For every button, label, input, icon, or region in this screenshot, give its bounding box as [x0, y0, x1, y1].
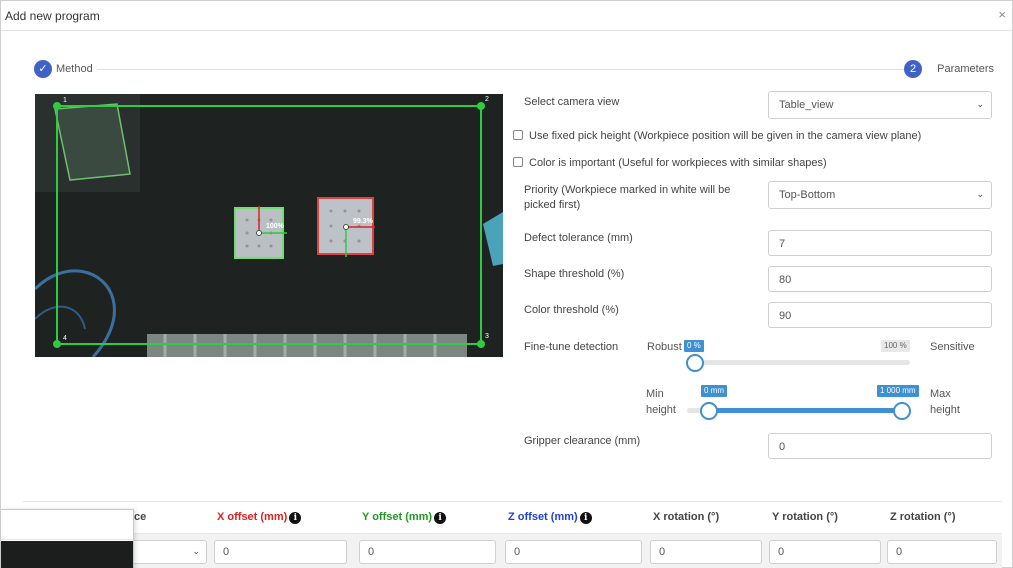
stepper: ✓ Method 2 Parameters [34, 60, 994, 78]
color-important-checkbox[interactable] [513, 157, 523, 167]
header-y-rotation: Y rotation (°) [772, 511, 838, 523]
workpiece-2-center [343, 224, 349, 230]
header-x-offset-text: X offset (mm) [217, 511, 288, 523]
corner-handle-3[interactable] [477, 340, 485, 348]
color-threshold-label: Color threshold (%) [524, 304, 619, 316]
stepper-line [96, 69, 914, 70]
min-height-label: Min height [646, 386, 676, 418]
fixed-pick-height-row[interactable]: Use fixed pick height (Workpiece positio… [513, 130, 921, 142]
shape-threshold-label: Shape threshold (%) [524, 268, 625, 280]
corner-handle-2[interactable] [477, 102, 485, 110]
chevron-down-icon: ⌄ [192, 546, 200, 556]
header-y-offset: Y offset (mm) i [362, 511, 447, 524]
x-offset-input[interactable]: 0 [214, 540, 347, 564]
min-height-tag: 0 mm [701, 385, 727, 397]
fixed-pick-height-label: Use fixed pick height (Workpiece positio… [529, 130, 922, 142]
background-window-titlebar [1, 510, 133, 540]
chevron-down-icon: ⌄ [976, 99, 984, 109]
info-icon[interactable]: i [434, 512, 447, 524]
color-important-label: Color is important (Useful for workpiece… [529, 157, 827, 169]
max-height-label-line1: Max [930, 388, 951, 400]
corner-label-1: 1 [63, 97, 67, 104]
add-program-dialog: Add new program × ✓ Method 2 Parameters [0, 0, 1013, 568]
header-x-rotation: X rotation (°) [653, 511, 720, 523]
fine-tune-label: Fine-tune detection [524, 341, 619, 353]
corner-handle-4[interactable] [53, 340, 61, 348]
step-parameters-label[interactable]: Parameters [933, 63, 994, 75]
height-range-fill [708, 408, 902, 413]
defect-tolerance-label: Defect tolerance (mm) [524, 232, 633, 244]
header-z-offset: Z offset (mm) i [508, 511, 592, 524]
fine-tune-track[interactable] [695, 360, 910, 365]
info-icon[interactable]: i [289, 512, 302, 524]
max-height-label-line2: height [930, 404, 960, 416]
table-divider [23, 501, 1002, 502]
workpiece-1-score: 100% [266, 223, 285, 230]
close-icon[interactable]: × [998, 7, 1006, 22]
y-offset-input[interactable]: 0 [359, 540, 496, 564]
defect-tolerance-input[interactable]: 7 [768, 230, 992, 256]
max-height-handle[interactable] [893, 402, 911, 420]
fixed-pick-height-checkbox[interactable] [513, 130, 523, 140]
sensitive-label: Sensitive [930, 341, 975, 353]
fine-tune-max-tag: 100 % [881, 340, 910, 352]
max-height-tag: 1 000 mm [877, 385, 919, 397]
priority-label-line1: Priority (Workpiece marked in white will… [524, 184, 731, 196]
reference-select[interactable]: ⌄ [134, 540, 207, 564]
camera-view-select[interactable]: Table_view ⌄ [768, 91, 992, 119]
step-number-icon[interactable]: 2 [904, 60, 922, 78]
priority-label: Priority (Workpiece marked in white will… [524, 183, 754, 213]
check-icon[interactable]: ✓ [34, 60, 52, 78]
background-window-preview [1, 541, 133, 568]
priority-select[interactable]: Top-Bottom ⌄ [768, 181, 992, 209]
robust-label: Robust [647, 341, 682, 353]
gripper-clearance-input[interactable]: 0 [768, 433, 992, 459]
corner-handle-1[interactable] [53, 102, 61, 110]
camera-view-value: Table_view [779, 99, 834, 111]
corner-label-4: 4 [63, 335, 67, 342]
x-rotation-input[interactable]: 0 [650, 540, 762, 564]
camera-view-label: Select camera view [524, 96, 620, 108]
min-height-handle[interactable] [699, 402, 718, 420]
workpiece-2-score: 99.3% [353, 218, 374, 225]
header-partial: ce [134, 511, 147, 523]
corner-label-2: 2 [485, 96, 489, 103]
dialog-titlebar: Add new program × [1, 1, 1012, 31]
info-icon[interactable]: i [579, 512, 592, 524]
color-threshold-input[interactable]: 90 [768, 302, 992, 328]
priority-label-line2: picked first) [524, 199, 581, 211]
color-important-row[interactable]: Color is important (Useful for workpiece… [513, 157, 827, 169]
corner-label-3: 3 [485, 333, 489, 340]
shape-threshold-input[interactable]: 80 [768, 266, 992, 292]
max-height-label: Max height [930, 386, 960, 418]
z-rotation-input[interactable]: 0 [887, 540, 997, 564]
workpiece-1-center [256, 230, 262, 236]
header-z-offset-text: Z offset (mm) [508, 511, 578, 523]
header-x-offset: X offset (mm) i [217, 511, 302, 524]
priority-value: Top-Bottom [779, 189, 836, 201]
background-window[interactable] [1, 509, 134, 568]
header-z-rotation: Z rotation (°) [890, 511, 956, 523]
min-height-label-line1: Min [646, 388, 664, 400]
header-y-offset-text: Y offset (mm) [362, 511, 433, 523]
fine-tune-handle[interactable] [686, 354, 704, 372]
z-offset-input[interactable]: 0 [505, 540, 642, 564]
camera-view[interactable]: 1 2 3 4 100% 99.3% [35, 94, 503, 357]
fine-tune-value-tag: 0 % [684, 340, 704, 352]
gripper-clearance-label: Gripper clearance (mm) [524, 435, 641, 447]
chevron-down-icon: ⌄ [976, 189, 984, 199]
dialog-title: Add new program [5, 9, 100, 23]
min-height-label-line2: height [646, 404, 676, 416]
y-rotation-input[interactable]: 0 [769, 540, 881, 564]
step-method-label[interactable]: Method [56, 63, 97, 75]
